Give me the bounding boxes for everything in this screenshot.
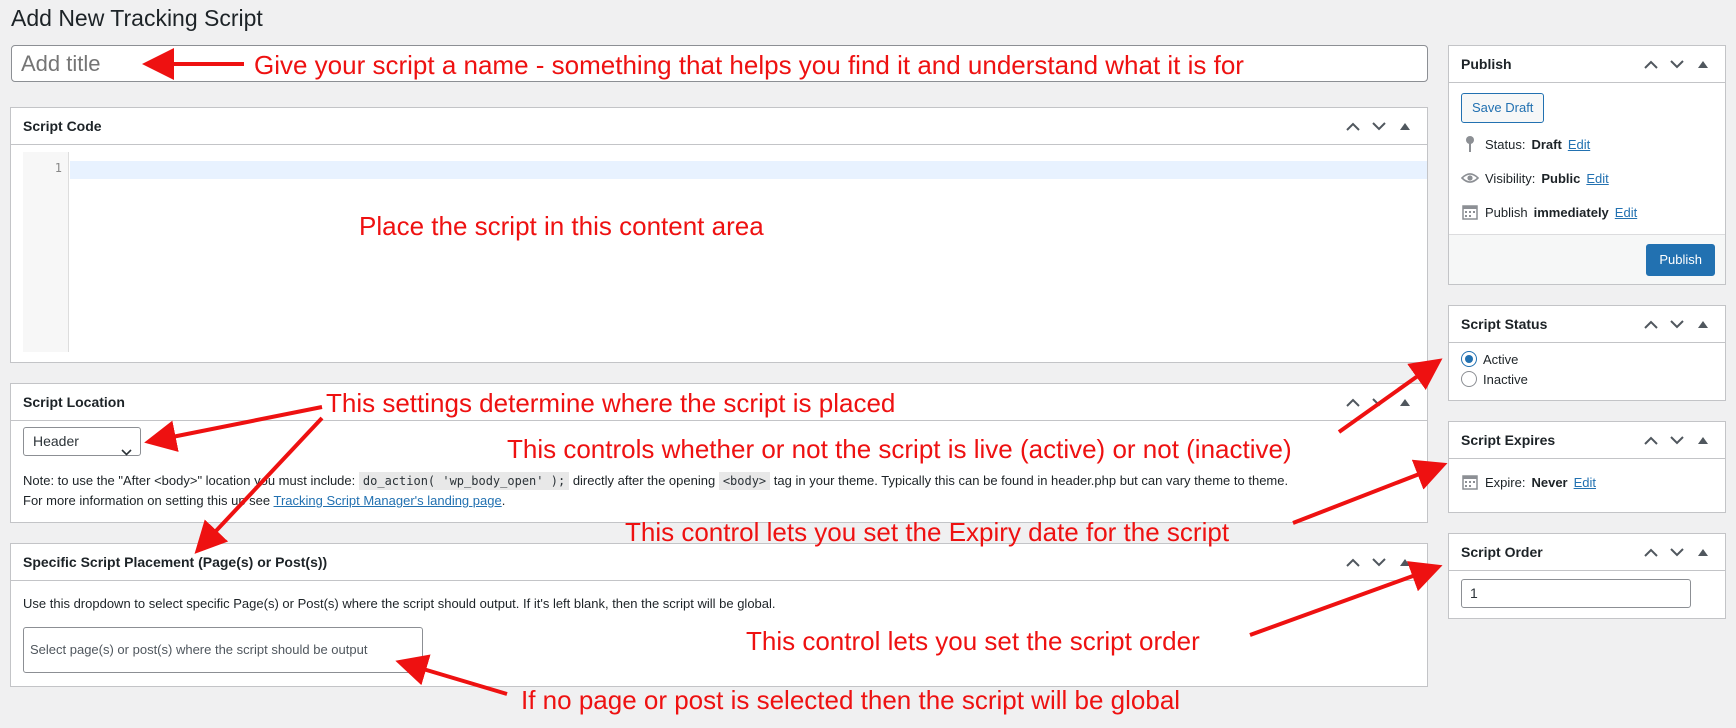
calendar-icon xyxy=(1461,203,1479,221)
script-expires-box: Script Expires Expire: Never Edit xyxy=(1448,421,1726,513)
publish-value: immediately xyxy=(1533,204,1609,220)
script-status-box: Script Status Active Inactive xyxy=(1448,305,1726,401)
move-down-icon[interactable] xyxy=(1667,542,1687,562)
script-code-header: Script Code xyxy=(11,108,1427,145)
annotation-location: This settings determine where the script… xyxy=(326,388,896,418)
line-number: 1 xyxy=(54,161,62,175)
publish-button[interactable]: Publish xyxy=(1646,244,1715,276)
annotation-title: Give your script a name - something that… xyxy=(254,50,1244,80)
move-up-icon[interactable] xyxy=(1343,116,1363,136)
move-down-icon[interactable] xyxy=(1369,392,1389,412)
move-down-icon[interactable] xyxy=(1667,314,1687,334)
publish-actions: Publish xyxy=(1449,234,1725,284)
move-up-icon[interactable] xyxy=(1641,542,1661,562)
script-order-title: Script Order xyxy=(1461,544,1543,560)
specific-placement-description: Use this dropdown to select specific Pag… xyxy=(23,596,776,611)
specific-placement-title: Specific Script Placement (Page(s) or Po… xyxy=(23,554,328,570)
landing-page-link[interactable]: Tracking Script Manager's landing page xyxy=(274,493,502,508)
script-order-input[interactable]: 1 xyxy=(1461,579,1691,608)
inactive-radio[interactable] xyxy=(1461,371,1477,387)
location-note: Note: to use the "After <body>" location… xyxy=(23,472,1289,508)
edit-status-link[interactable]: Edit xyxy=(1568,137,1590,152)
script-order-box: Script Order 1 xyxy=(1448,533,1726,619)
eye-icon xyxy=(1461,169,1479,187)
specific-placement-header: Specific Script Placement (Page(s) or Po… xyxy=(11,544,1427,581)
code-snippet: do_action( 'wp_body_open' ); xyxy=(358,472,570,490)
chevron-down-icon xyxy=(121,438,132,465)
move-up-icon[interactable] xyxy=(1641,430,1661,450)
annotation-global: If no page or post is selected then the … xyxy=(521,685,1181,715)
toggle-panel-icon[interactable] xyxy=(1693,314,1713,334)
move-down-icon[interactable] xyxy=(1667,430,1687,450)
page-post-select[interactable]: Select page(s) or post(s) where the scri… xyxy=(23,627,423,673)
code-snippet: <body> xyxy=(718,472,771,490)
status-row: Status: Draft Edit xyxy=(1461,135,1590,153)
expire-value: Never xyxy=(1531,474,1568,490)
script-status-header: Script Status xyxy=(1449,306,1725,343)
expire-row: Expire: Never Edit xyxy=(1461,473,1596,491)
active-radio[interactable] xyxy=(1461,351,1477,367)
active-line xyxy=(70,161,1427,179)
script-status-title: Script Status xyxy=(1461,316,1548,332)
pin-icon xyxy=(1461,135,1479,153)
script-location-select[interactable]: Header xyxy=(23,427,141,456)
move-up-icon[interactable] xyxy=(1343,392,1363,412)
toggle-panel-icon[interactable] xyxy=(1395,552,1415,572)
code-editor[interactable]: 1 xyxy=(23,152,1427,352)
status-value: Draft xyxy=(1531,136,1562,152)
page-post-placeholder: Select page(s) or post(s) where the scri… xyxy=(30,642,368,657)
annotation-expiry: This control lets you set the Expiry dat… xyxy=(625,517,1230,547)
annotation-status: This controls whether or not the script … xyxy=(507,434,1292,464)
script-code-title: Script Code xyxy=(23,118,102,134)
toggle-panel-icon[interactable] xyxy=(1395,116,1415,136)
script-expires-header: Script Expires xyxy=(1449,422,1725,459)
script-location-selected: Header xyxy=(33,433,79,449)
publish-title: Publish xyxy=(1461,56,1512,72)
save-draft-button[interactable]: Save Draft xyxy=(1461,93,1545,123)
edit-publish-date-link[interactable]: Edit xyxy=(1615,205,1637,220)
status-active-option[interactable]: Active xyxy=(1461,351,1518,367)
code-gutter: 1 xyxy=(23,152,69,352)
move-up-icon[interactable] xyxy=(1641,314,1661,334)
edit-visibility-link[interactable]: Edit xyxy=(1586,171,1608,186)
page-title: Add New Tracking Script xyxy=(11,5,263,31)
move-up-icon[interactable] xyxy=(1641,54,1661,74)
active-label: Active xyxy=(1483,351,1519,367)
move-down-icon[interactable] xyxy=(1369,552,1389,572)
annotation-content: Place the script in this content area xyxy=(359,211,764,241)
publish-date-row: Publish immediately Edit xyxy=(1461,203,1637,221)
toggle-panel-icon[interactable] xyxy=(1693,542,1713,562)
edit-expire-link[interactable]: Edit xyxy=(1574,475,1596,490)
move-up-icon[interactable] xyxy=(1343,552,1363,572)
toggle-panel-icon[interactable] xyxy=(1693,430,1713,450)
script-expires-title: Script Expires xyxy=(1461,432,1556,448)
publish-box: Publish Save Draft Status: Draft Edit Vis… xyxy=(1448,45,1726,285)
visibility-row: Visibility: Public Edit xyxy=(1461,169,1609,187)
calendar-icon xyxy=(1461,473,1479,491)
move-down-icon[interactable] xyxy=(1369,116,1389,136)
script-order-header: Script Order xyxy=(1449,534,1725,571)
move-down-icon[interactable] xyxy=(1667,54,1687,74)
toggle-panel-icon[interactable] xyxy=(1395,392,1415,412)
specific-placement-box: Specific Script Placement (Page(s) or Po… xyxy=(10,543,1428,687)
inactive-label: Inactive xyxy=(1483,371,1528,387)
toggle-panel-icon[interactable] xyxy=(1693,54,1713,74)
status-inactive-option[interactable]: Inactive xyxy=(1461,371,1528,387)
publish-header: Publish xyxy=(1449,46,1725,83)
annotation-order: This control lets you set the script ord… xyxy=(746,626,1200,656)
visibility-value: Public xyxy=(1541,170,1581,186)
script-location-title: Script Location xyxy=(23,394,125,410)
